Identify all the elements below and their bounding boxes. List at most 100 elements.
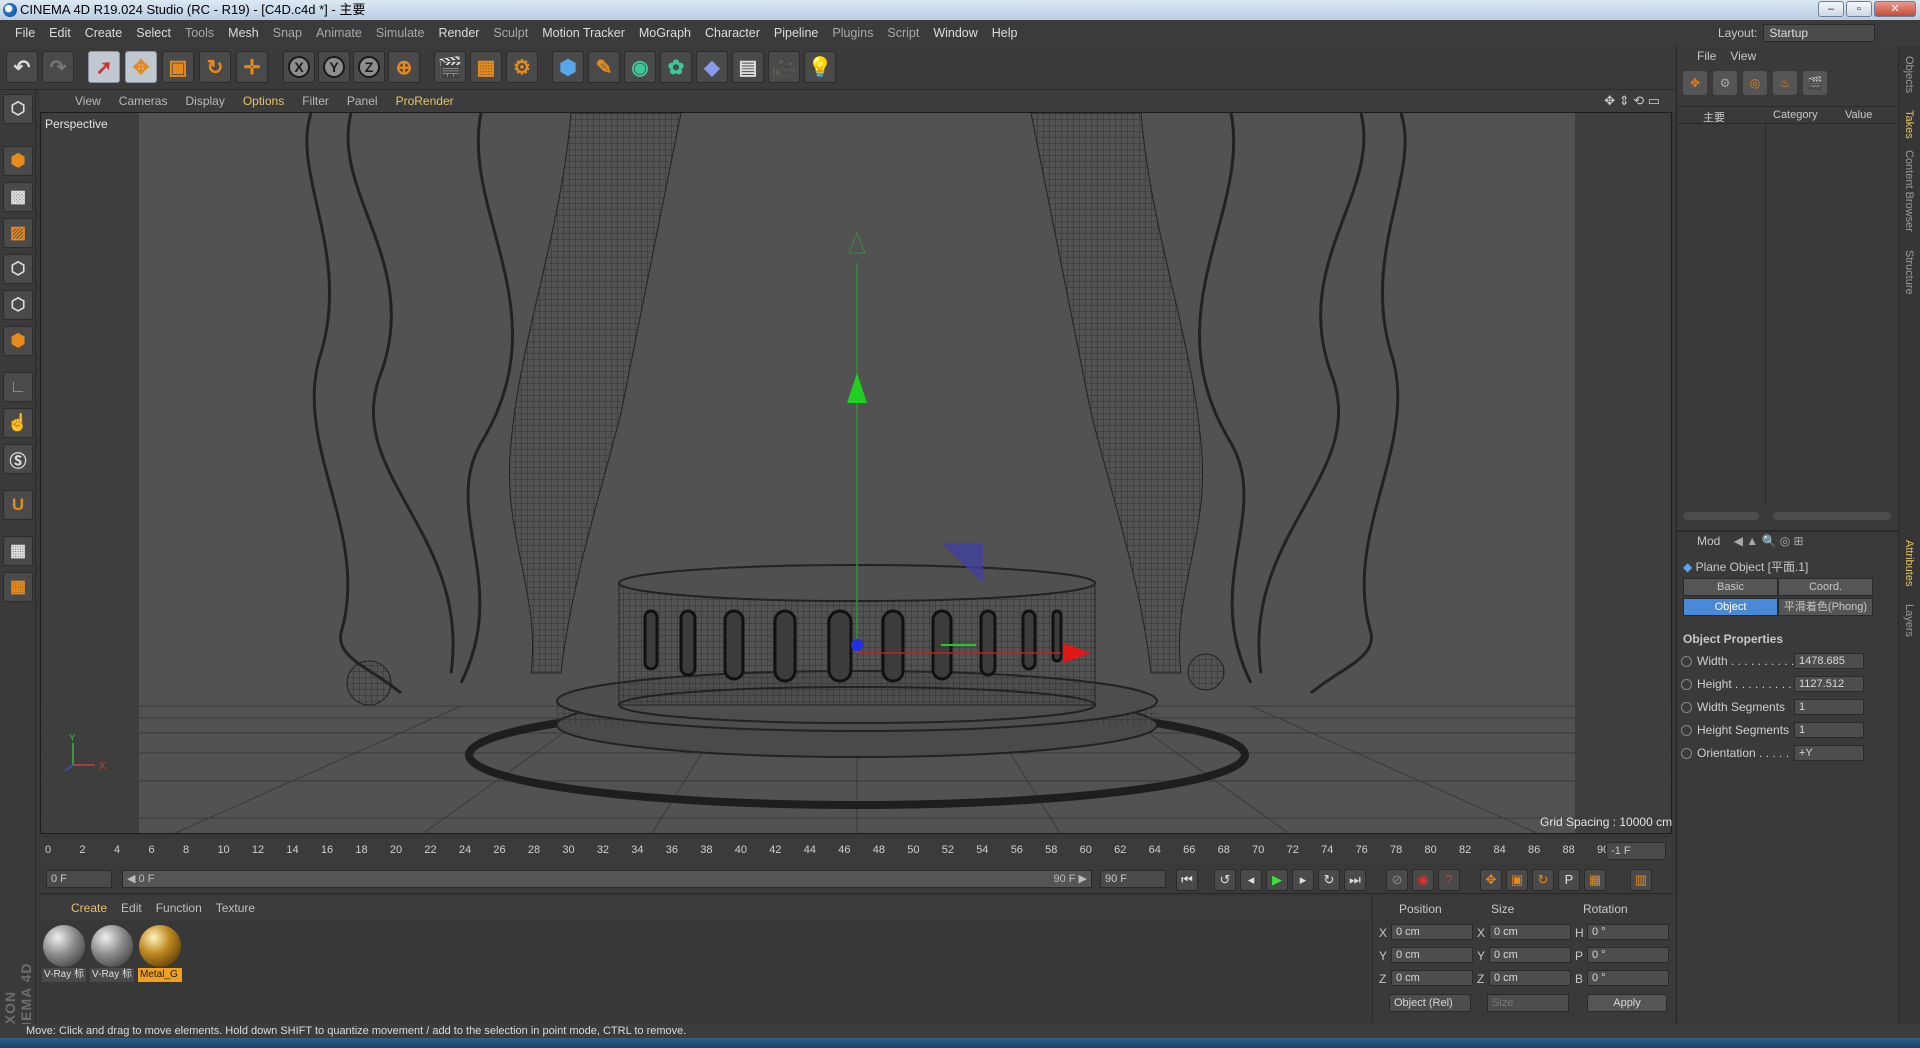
current-frame-field[interactable]: 0 F [46, 870, 112, 888]
layout-dropdown[interactable]: Startup [1763, 24, 1876, 42]
move-tool-icon[interactable]: ✥ [125, 51, 157, 83]
record-keys-disabled-icon[interactable]: ⊘ [1386, 869, 1408, 891]
tab-phong[interactable]: 平滑着色(Phong) [1778, 598, 1873, 616]
menu-file[interactable]: File [8, 26, 42, 40]
coordinate-mode-dropdown[interactable]: Object (Rel) [1389, 994, 1471, 1012]
vtab-objects[interactable]: Objects [1903, 56, 1915, 93]
rotation-p-field[interactable]: 0 ° [1587, 947, 1669, 963]
om-tool-icon[interactable]: ♨ [1773, 71, 1797, 95]
size-y-field[interactable]: 0 cm [1489, 947, 1571, 963]
menu-character[interactable]: Character [698, 26, 767, 40]
tab-coord[interactable]: Coord. [1778, 578, 1873, 596]
mat-menu-texture[interactable]: Texture [209, 901, 262, 915]
menu-plugins[interactable]: Plugins [825, 26, 880, 40]
om-tool-icon[interactable]: 🎬 [1803, 71, 1827, 95]
autokeying-icon[interactable]: ◉ [1412, 869, 1434, 891]
workplane-mode-icon[interactable]: ▨ [3, 218, 33, 248]
spline-pen-icon[interactable]: ✎ [588, 51, 620, 83]
undo-icon[interactable]: ↶ [6, 51, 38, 83]
viewport-nav-icons[interactable]: ✥ ⇕ ⟲ ▭ [1595, 93, 1669, 109]
frame-range-slider[interactable]: ◀ 0 F 90 F ▶ [122, 870, 1092, 888]
width-value-field[interactable]: 1478.685 [1794, 653, 1864, 669]
key-pla-icon[interactable]: ▦ [1584, 869, 1606, 891]
array-generator-icon[interactable]: ✿ [660, 51, 692, 83]
material-thumbnail-vray-2[interactable]: V-Ray 标 [90, 924, 134, 984]
points-mode-icon[interactable]: ⬡ [3, 254, 33, 284]
go-to-end-icon[interactable]: ⏭ [1344, 869, 1366, 891]
animate-dot-icon[interactable] [1681, 702, 1692, 713]
play-forward-icon[interactable]: ▶ [1266, 869, 1288, 891]
vp-menu-display[interactable]: Display [176, 94, 233, 108]
menu-help[interactable]: Help [985, 26, 1025, 40]
snapping-icon[interactable]: U [3, 490, 33, 520]
y-axis-lock-icon[interactable]: Y [318, 51, 350, 83]
previous-key-icon[interactable]: ↺ [1214, 869, 1236, 891]
menu-pipeline[interactable]: Pipeline [767, 26, 825, 40]
vtab-structure[interactable]: Structure [1903, 250, 1915, 295]
vp-menu-options[interactable]: Options [234, 94, 293, 108]
apply-button[interactable]: Apply [1587, 994, 1667, 1012]
deformer-icon[interactable]: ◆ [696, 51, 728, 83]
vtab-layers[interactable]: Layers [1903, 604, 1915, 637]
material-thumbnail-vray-1[interactable]: V-Ray 标 [42, 924, 86, 984]
menu-mesh[interactable]: Mesh [221, 26, 266, 40]
timeline-end-field[interactable]: -1 F [1606, 842, 1666, 860]
render-settings-icon[interactable]: ⚙ [506, 51, 538, 83]
make-editable-icon[interactable]: ⬡ [3, 94, 33, 124]
planar-workplane-icon[interactable]: ▦ [3, 572, 33, 602]
om-tool-icon[interactable]: ✥ [1683, 71, 1707, 95]
animate-dot-icon[interactable] [1681, 725, 1692, 736]
menu-mograph[interactable]: MoGraph [632, 26, 698, 40]
go-to-start-icon[interactable]: ⏮ [1176, 869, 1198, 891]
attr-menu-mode[interactable]: Mod [1697, 534, 1720, 548]
menu-script[interactable]: Script [880, 26, 926, 40]
next-frame-icon[interactable]: ▸ [1292, 869, 1314, 891]
timeline-layout-icon[interactable]: ▥ [1630, 869, 1652, 891]
key-rotation-icon[interactable]: ↻ [1532, 869, 1554, 891]
next-key-icon[interactable]: ↻ [1318, 869, 1340, 891]
render-to-picture-viewer-icon[interactable]: ▦ [470, 51, 502, 83]
minimize-button[interactable]: – [1818, 1, 1844, 17]
vtab-attributes[interactable]: Attributes [1903, 540, 1915, 586]
vp-menu-panel[interactable]: Panel [338, 94, 387, 108]
close-button[interactable]: ✕ [1874, 1, 1916, 17]
menu-animate[interactable]: Animate [309, 26, 369, 40]
enable-axis-icon[interactable]: ∟ [3, 372, 33, 402]
rotation-h-field[interactable]: 0 ° [1587, 924, 1669, 940]
polygons-mode-icon[interactable]: ⬢ [3, 326, 33, 356]
scale-tool-icon[interactable]: ▣ [162, 51, 194, 83]
om-scrollbar-left[interactable] [1683, 512, 1759, 520]
material-thumbnail-metal-gold[interactable]: Metal_G [138, 924, 182, 984]
menu-window[interactable]: Window [926, 26, 984, 40]
keyframe-selection-icon[interactable]: ? [1438, 869, 1460, 891]
om-scrollbar-right[interactable] [1773, 512, 1891, 520]
vtab-takes[interactable]: Takes [1903, 110, 1915, 139]
menu-sculpt[interactable]: Sculpt [486, 26, 535, 40]
menu-select[interactable]: Select [129, 26, 178, 40]
width-segments-field[interactable]: 1 [1794, 699, 1864, 715]
light-object-icon[interactable]: 💡 [804, 51, 836, 83]
previous-frame-icon[interactable]: ◂ [1240, 869, 1262, 891]
redo-icon[interactable]: ↷ [42, 51, 74, 83]
vp-menu-cameras[interactable]: Cameras [110, 94, 177, 108]
maximize-button[interactable]: ▫ [1846, 1, 1872, 17]
x-axis-lock-icon[interactable]: X [283, 51, 315, 83]
mat-menu-function[interactable]: Function [149, 901, 209, 915]
camera-object-icon[interactable]: 🎥 [768, 51, 800, 83]
cube-primitive-icon[interactable]: ⬢ [552, 51, 584, 83]
om-menu-view[interactable]: View [1730, 49, 1756, 63]
floor-object-icon[interactable]: ▤ [732, 51, 764, 83]
texture-mode-icon[interactable]: ▩ [3, 182, 33, 212]
menu-simulate[interactable]: Simulate [369, 26, 432, 40]
position-z-field[interactable]: 0 cm [1391, 970, 1473, 986]
rotation-b-field[interactable]: 0 ° [1587, 970, 1669, 986]
workplane-lock-icon[interactable]: ▦ [3, 536, 33, 566]
vp-menu-prorender[interactable]: ProRender [387, 94, 463, 108]
attr-nav-icons[interactable]: ◀ ▲ 🔍 ◎ ⊞ [1734, 534, 1804, 548]
om-tool-icon[interactable]: ◎ [1743, 71, 1767, 95]
vp-menu-filter[interactable]: Filter [293, 94, 338, 108]
key-position-icon[interactable]: ✥ [1480, 869, 1502, 891]
position-y-field[interactable]: 0 cm [1391, 947, 1473, 963]
menu-snap[interactable]: Snap [266, 26, 309, 40]
recent-tools-icon[interactable]: ✛ [236, 51, 268, 83]
